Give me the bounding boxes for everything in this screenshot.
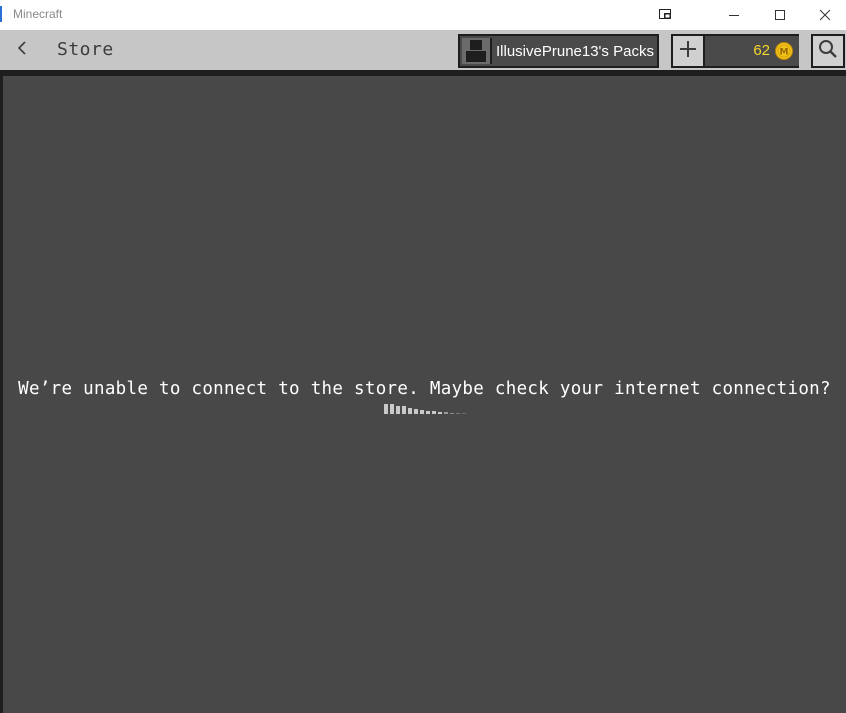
coin-letter: M	[780, 48, 789, 58]
minimize-button[interactable]	[711, 0, 757, 30]
loader-segment	[462, 413, 466, 414]
my-packs-label: IllusivePrune13's Packs	[496, 43, 654, 60]
loader-segment	[450, 413, 454, 414]
store-content: We’re unable to connect to the store. Ma…	[3, 76, 846, 713]
back-button[interactable]	[10, 38, 34, 62]
loading-indicator	[384, 402, 474, 414]
title-bar-accent	[0, 6, 2, 22]
add-coins-button[interactable]	[671, 34, 705, 68]
minecraft-window: Minecraft Store IllusivePrune13's Packs …	[0, 0, 846, 713]
title-bar: Minecraft	[0, 0, 846, 30]
loader-segment	[402, 406, 406, 414]
loader-segment	[390, 404, 394, 414]
plus-icon	[680, 41, 696, 61]
coin-amount: 62	[753, 42, 770, 59]
loader-segment	[414, 409, 418, 414]
picture-in-picture-icon	[659, 9, 673, 21]
store-header: Store IllusivePrune13's Packs 62 M	[0, 30, 846, 70]
loader-segment	[420, 410, 424, 414]
search-button[interactable]	[811, 34, 845, 68]
connection-error-message: We’re unable to connect to the store. Ma…	[18, 379, 831, 399]
loader-segment	[426, 411, 430, 414]
coin-balance: 62 M	[705, 34, 799, 68]
loader-segment	[396, 406, 400, 414]
maximize-button[interactable]	[757, 0, 803, 30]
my-packs-button[interactable]: IllusivePrune13's Packs	[458, 34, 659, 68]
compact-overlay-button[interactable]	[643, 0, 689, 30]
search-icon	[818, 39, 838, 63]
window-title: Minecraft	[13, 7, 63, 21]
avatar	[462, 38, 492, 64]
page-title: Store	[57, 39, 114, 60]
loader-segment	[408, 408, 412, 414]
minimize-icon	[728, 9, 740, 21]
chevron-left-icon	[17, 40, 27, 60]
close-icon	[819, 9, 831, 21]
maximize-icon	[774, 9, 786, 21]
minecoin-icon: M	[775, 42, 793, 60]
loader-segment	[438, 412, 442, 414]
avatar-head	[470, 40, 482, 50]
close-button[interactable]	[802, 0, 846, 30]
avatar-body	[466, 51, 486, 62]
loader-segment	[456, 413, 460, 414]
loader-segment	[384, 404, 388, 414]
loader-segment	[444, 412, 448, 414]
loader-segment	[432, 411, 436, 414]
